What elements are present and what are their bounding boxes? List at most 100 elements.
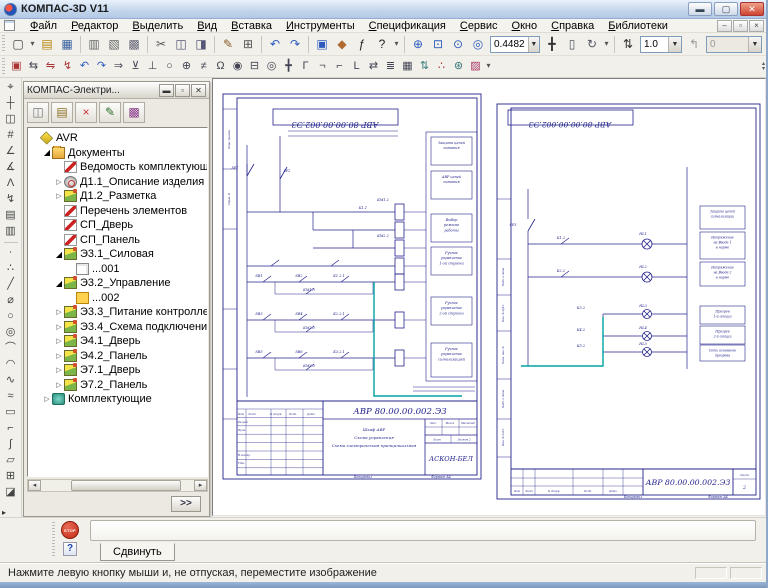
- redo-icon[interactable]: ↷: [285, 35, 305, 54]
- arc-tool-icon[interactable]: ⌒: [2, 341, 20, 357]
- open-folder-icon[interactable]: ▤: [51, 102, 73, 123]
- scroll-right-arrow[interactable]: ▸: [194, 480, 207, 491]
- panel-collapse-button[interactable]: ▬: [159, 84, 174, 97]
- menu-Справка[interactable]: Справка: [544, 19, 601, 33]
- resistor-icon[interactable]: Ω: [212, 58, 229, 75]
- stop-button[interactable]: STOP: [61, 521, 79, 539]
- tree-item-AVR[interactable]: AVR: [28, 131, 207, 146]
- context-help-icon[interactable]: ?: [372, 35, 392, 54]
- tree-item-Э4.2_Панель[interactable]: ▷Э4.2_Панель: [28, 349, 207, 364]
- help-mode-icon[interactable]: ?: [764, 35, 768, 54]
- tree-item-Комплектующие[interactable]: ▷Комплектующие: [28, 392, 207, 407]
- toolbar-options-arrows[interactable]: ▴▾: [762, 62, 768, 72]
- updown-icon[interactable]: ⇅: [416, 58, 433, 75]
- mdi-close-button[interactable]: ×: [749, 20, 764, 32]
- insert-wire-icon[interactable]: ⇆: [25, 58, 42, 75]
- menu-Файл[interactable]: Файл: [23, 19, 64, 33]
- grid-icon[interactable]: #: [2, 128, 20, 144]
- dots-icon[interactable]: ∴: [433, 58, 450, 75]
- tree-expander-icon[interactable]: ▷: [54, 352, 64, 360]
- hatch-icon[interactable]: ▨: [467, 58, 484, 75]
- zoom-auto-icon[interactable]: ⊙: [448, 35, 468, 54]
- variables-icon[interactable]: ▣: [312, 35, 332, 54]
- tree-item-...002[interactable]: ...002: [28, 291, 207, 306]
- lamp-icon[interactable]: ◉: [229, 58, 246, 75]
- circle-tool-icon[interactable]: ○: [2, 309, 20, 325]
- minimize-button[interactable]: ▬: [688, 2, 712, 16]
- copy-icon[interactable]: ◫: [171, 35, 191, 54]
- insert-table-icon[interactable]: ⊞: [238, 35, 258, 54]
- lightning-icon[interactable]: ↯: [2, 192, 20, 208]
- toolbar-handle[interactable]: [2, 35, 5, 53]
- diameter-tool-icon[interactable]: ⌀: [2, 293, 20, 309]
- new-document-icon[interactable]: ▢: [8, 35, 28, 54]
- document-manager-icon[interactable]: ▩: [124, 35, 144, 54]
- undo-icon[interactable]: ↶: [76, 58, 93, 75]
- tree-item-Э3.3_Питание-контроллера[interactable]: ▷Э3.3_Питание контроллера: [28, 305, 207, 320]
- panel-icon[interactable]: ▤: [2, 208, 20, 224]
- bus-icon[interactable]: L: [348, 58, 365, 75]
- tree-expander-icon[interactable]: ◢: [42, 148, 52, 157]
- table-icon[interactable]: ▦: [399, 58, 416, 75]
- tree-item-Э7.2_Панель[interactable]: ▷Э7.2_Панель: [28, 378, 207, 393]
- print-area-icon[interactable]: ▥: [2, 224, 20, 240]
- toolbar-handle[interactable]: [2, 58, 5, 75]
- tree-expander-icon[interactable]: ◢: [54, 279, 64, 288]
- measure-icon[interactable]: ∡: [2, 160, 20, 176]
- fx-icon[interactable]: ƒ: [352, 35, 372, 54]
- tree-item-Э4.1_Дверь[interactable]: ▷Э4.1_Дверь: [28, 334, 207, 349]
- swap-icon[interactable]: ⇄: [365, 58, 382, 75]
- polyline-tool-icon[interactable]: ⌐: [2, 421, 20, 437]
- tree-item-Д1.1_Описание-изделия[interactable]: ▷Д1.1_Описание изделия: [28, 175, 207, 190]
- panel-close-button[interactable]: ✕: [191, 84, 206, 97]
- scrollbar-thumb[interactable]: [71, 480, 181, 491]
- close-button[interactable]: ✕: [740, 2, 764, 16]
- tree-expander-icon[interactable]: ▷: [54, 323, 64, 331]
- connector-icon[interactable]: ◎: [263, 58, 280, 75]
- tree-expander-icon[interactable]: ▷: [54, 308, 64, 316]
- points-tool-icon[interactable]: ∴: [2, 261, 20, 277]
- tree-item-Э7.1_Дверь[interactable]: ▷Э7.1_Дверь: [28, 363, 207, 378]
- hatch-tool-icon[interactable]: ◪: [2, 485, 20, 501]
- layers-icon[interactable]: ↰: [684, 35, 704, 54]
- grid-rect-icon[interactable]: ⊞: [2, 469, 20, 485]
- toolbar-expand-arrow[interactable]: ▸: [2, 508, 6, 517]
- tree-item-Э3.4_Схема-подключения-мод[interactable]: ▷Э3.4_Схема подключения мод: [28, 320, 207, 335]
- tree-expander-icon[interactable]: ▷: [54, 192, 64, 200]
- pointer-icon[interactable]: ⌖: [2, 80, 20, 96]
- menu-Вид[interactable]: Вид: [190, 19, 224, 33]
- menu-Окно[interactable]: Окно: [505, 19, 545, 33]
- tree-item-Э3.1_Силовая[interactable]: ◢Э3.1_Силовая: [28, 247, 207, 262]
- point-tool-icon[interactable]: ∙: [2, 245, 20, 261]
- move-icon[interactable]: ┼: [2, 96, 20, 112]
- combo-dropdown-icon[interactable]: ▼: [668, 37, 681, 52]
- tree-expander-icon[interactable]: ▷: [54, 381, 64, 389]
- list-icon[interactable]: ≣: [382, 58, 399, 75]
- combo-dropdown-icon[interactable]: ▼: [528, 37, 539, 52]
- wave-tool-icon[interactable]: ≈: [2, 389, 20, 405]
- zoom-in-icon[interactable]: ⊕: [408, 35, 428, 54]
- tree-item-Ведомость-комплектующих-ПГ[interactable]: Ведомость комплектующих ПГ: [28, 160, 207, 175]
- document-system-icon[interactable]: [4, 20, 15, 31]
- save-icon[interactable]: ▦: [57, 35, 77, 54]
- concentric-circle-icon[interactable]: ◎: [2, 325, 20, 341]
- tree-expander-icon[interactable]: ▷: [54, 366, 64, 374]
- node-icon[interactable]: ○: [161, 58, 178, 75]
- new-dropdown-arrow[interactable]: ▾: [28, 35, 37, 54]
- tree-item-Э3.2_Управление[interactable]: ◢Э3.2_Управление: [28, 276, 207, 291]
- vertex-icon[interactable]: Λ: [2, 176, 20, 192]
- tree-expander-icon[interactable]: ◢: [54, 250, 64, 259]
- tree-item-СП_Дверь[interactable]: СП_Дверь: [28, 218, 207, 233]
- rectangle-tool-icon[interactable]: ▭: [2, 405, 20, 421]
- component-properties-icon[interactable]: ▣: [8, 58, 25, 75]
- tree-item-...001[interactable]: ...001: [28, 262, 207, 277]
- document-properties-icon[interactable]: ▩: [123, 102, 145, 123]
- rebuild-icon[interactable]: ↻: [582, 35, 602, 54]
- mdi-restore-button[interactable]: ▫: [733, 20, 748, 32]
- maximize-button[interactable]: ▢: [714, 2, 738, 16]
- delete-wire-icon[interactable]: ↯: [59, 58, 76, 75]
- snap-icon[interactable]: ◫: [2, 112, 20, 128]
- copy-properties-icon[interactable]: ✎: [218, 35, 238, 54]
- parallelogram-tool-icon[interactable]: ▱: [2, 453, 20, 469]
- edit-document-icon[interactable]: ✎: [99, 102, 121, 123]
